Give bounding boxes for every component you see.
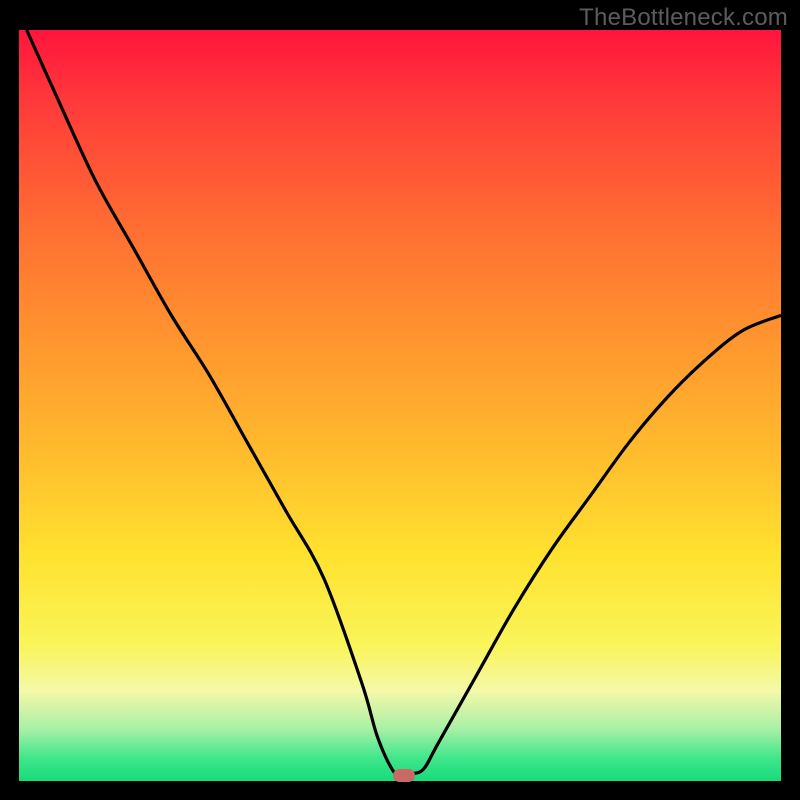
- curve-path: [27, 30, 781, 774]
- watermark-text: TheBottleneck.com: [579, 4, 788, 32]
- chart-frame: TheBottleneck.com: [0, 0, 800, 800]
- optimal-point-marker: [393, 769, 415, 782]
- bottleneck-curve: [19, 30, 781, 781]
